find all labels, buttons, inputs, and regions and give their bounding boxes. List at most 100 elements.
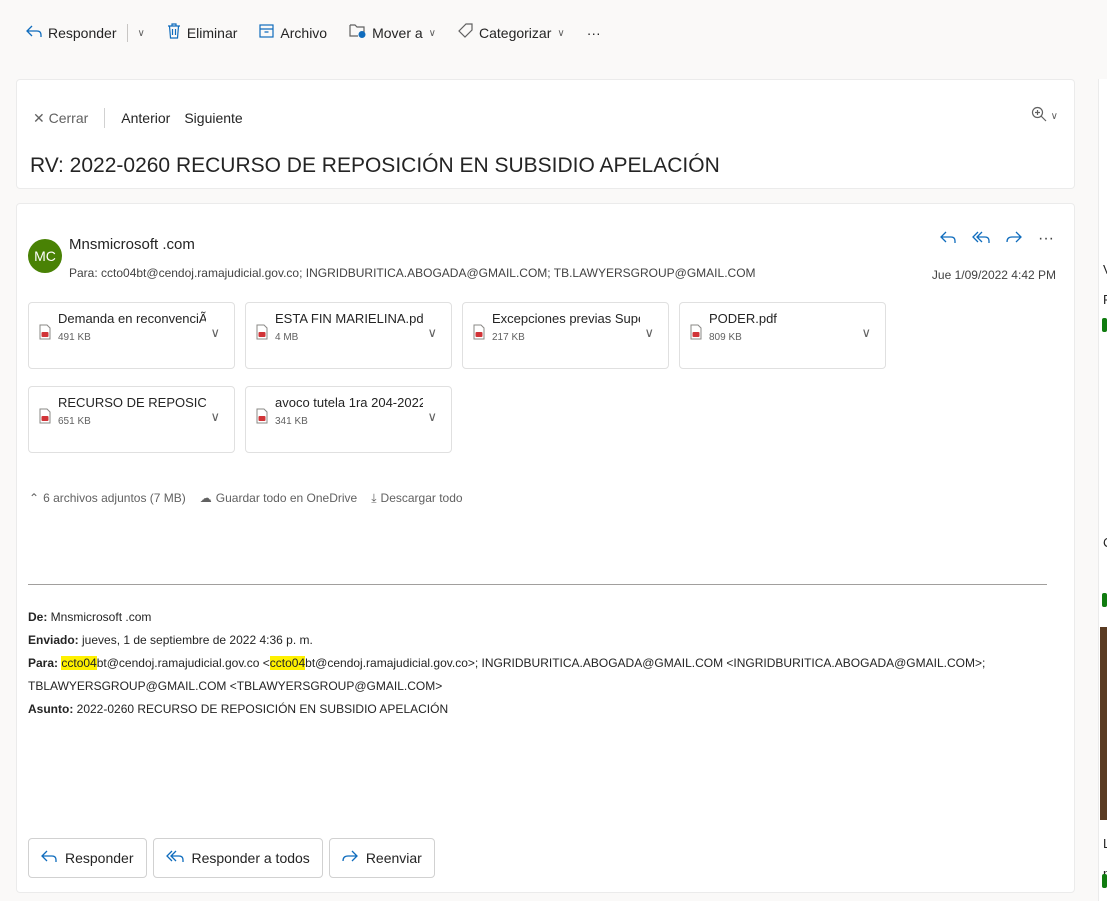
- reply-all-icon[interactable]: [972, 230, 990, 249]
- zoom-in-icon: [1031, 106, 1047, 127]
- attachment-name: avoco tutela 1ra 204-2022.pdf: [275, 395, 423, 410]
- forward-label: Reenviar: [365, 850, 422, 866]
- more-actions-button[interactable]: ···: [587, 25, 601, 41]
- to-value: bt@cendoj.ramajudicial.gov.co <: [96, 656, 270, 670]
- forwarded-subject: Asunto: 2022-0260 RECURSO DE REPOSICIÓN …: [28, 698, 1063, 721]
- reply-button[interactable]: Responder: [26, 24, 117, 43]
- move-to-button[interactable]: Mover a ∨: [349, 23, 436, 43]
- command-toolbar: Responder ∨ Eliminar Archivo Mover a ∨ C…: [0, 0, 1107, 66]
- previous-button[interactable]: Anterior: [121, 110, 170, 126]
- chevron-down-icon[interactable]: ∨: [210, 325, 220, 341]
- categorize-button[interactable]: Categorizar ∨: [458, 23, 565, 43]
- reply-label: Responder: [48, 25, 117, 41]
- attachment-count: 6 archivos adjuntos (7 MB): [43, 491, 186, 505]
- attachment-name: Demanda en reconvenciÃ³n. ...: [58, 311, 206, 326]
- reply-button[interactable]: Responder: [28, 838, 147, 878]
- trash-icon: [167, 22, 181, 44]
- pdf-icon: [39, 324, 51, 345]
- from-value: Mnsmicrosoft .com: [47, 610, 152, 624]
- more-icon[interactable]: ···: [1038, 230, 1054, 249]
- side-pane-badge: [1102, 593, 1107, 607]
- reply-bar: Responder Responder a todos Reenviar: [28, 838, 435, 878]
- pdf-icon: [39, 408, 51, 429]
- forwarded-to: Para: ccto04bt@cendoj.ramajudicial.gov.c…: [28, 652, 1063, 698]
- reply-label: Responder: [65, 850, 134, 866]
- move-to-label: Mover a: [372, 25, 423, 41]
- reply-all-label: Responder a todos: [191, 850, 310, 866]
- chevron-down-icon: ∨: [1050, 111, 1058, 122]
- collapse-attachments-button[interactable]: ⌃ 6 archivos adjuntos (7 MB): [29, 491, 186, 506]
- close-icon: ✕: [33, 109, 45, 126]
- recipients-line: Para: ccto04bt@cendoj.ramajudicial.gov.c…: [69, 266, 756, 280]
- attachment-card[interactable]: PODER.pdf 809 KB ∨: [679, 302, 886, 369]
- to-label: Para:: [28, 656, 59, 670]
- sender-name[interactable]: Mnsmicrosoft .com: [69, 236, 195, 253]
- side-pane-text: C: [1103, 535, 1107, 550]
- message-actions: ···: [940, 230, 1054, 249]
- close-button[interactable]: ✕ Cerrar: [33, 110, 88, 127]
- reply-icon: [26, 24, 42, 43]
- tag-icon: [458, 23, 473, 43]
- side-pane-image: [1100, 627, 1107, 820]
- message-card: MC Mnsmicrosoft .com Para: ccto04bt@cend…: [16, 203, 1075, 893]
- reply-chevron-down-icon[interactable]: ∨: [138, 28, 145, 39]
- attachment-card[interactable]: Demanda en reconvenciÃ³n. ... 491 KB ∨: [28, 302, 235, 369]
- chevron-down-icon: ∨: [428, 27, 436, 39]
- reply-icon: [41, 849, 57, 867]
- sent-value: jueves, 1 de septiembre de 2022 4:36 p. …: [78, 633, 313, 647]
- reading-nav: ✕ Cerrar Anterior Siguiente: [33, 108, 257, 128]
- highlighted-text: ccto04: [269, 656, 306, 670]
- forward-button[interactable]: Reenviar: [328, 838, 435, 878]
- nav-divider: [104, 108, 106, 128]
- reply-all-icon: [165, 849, 184, 867]
- download-all-label: Descargar todo: [380, 491, 463, 505]
- to-label: Para:: [69, 266, 98, 280]
- attachment-name: RECURSO DE REPOSICION.pdf: [58, 395, 206, 410]
- reply-icon[interactable]: [940, 230, 956, 249]
- chevron-down-icon[interactable]: ∨: [861, 325, 871, 341]
- attachment-size: 4 MB: [275, 332, 299, 343]
- attachment-size: 809 KB: [709, 332, 742, 343]
- attachment-card[interactable]: RECURSO DE REPOSICION.pdf 651 KB ∨: [28, 386, 235, 453]
- download-icon: ⤓: [371, 491, 377, 505]
- attachment-name: PODER.pdf: [709, 311, 777, 326]
- archive-button[interactable]: Archivo: [259, 23, 327, 43]
- chevron-down-icon[interactable]: ∨: [427, 325, 437, 341]
- next-button[interactable]: Siguiente: [184, 110, 242, 126]
- attachment-card[interactable]: Excepciones previas Superso... 217 KB ∨: [462, 302, 669, 369]
- attachment-card[interactable]: ESTA FIN MARIELINA.pdf 4 MB ∨: [245, 302, 452, 369]
- save-onedrive-button[interactable]: ☁ Guardar todo en OneDrive: [200, 491, 357, 506]
- forward-icon[interactable]: [1006, 230, 1022, 249]
- more-icon: ···: [586, 25, 601, 41]
- chevron-down-icon[interactable]: ∨: [210, 409, 220, 425]
- archive-icon: [259, 23, 275, 43]
- avatar[interactable]: MC: [28, 239, 62, 273]
- forwarded-from: De: Mnsmicrosoft .com: [28, 606, 1063, 629]
- reply-all-button[interactable]: Responder a todos: [152, 838, 323, 878]
- email-subject: RV: 2022-0260 RECURSO DE REPOSICIÓN EN S…: [30, 154, 720, 177]
- attachment-size: 651 KB: [58, 416, 91, 427]
- zoom-button[interactable]: ∨: [1031, 106, 1058, 127]
- attachment-card[interactable]: avoco tutela 1ra 204-2022.pdf 341 KB ∨: [245, 386, 452, 453]
- download-all-button[interactable]: ⤓ Descargar todo: [371, 491, 462, 506]
- delete-label: Eliminar: [186, 25, 238, 41]
- close-label: Cerrar: [48, 109, 89, 126]
- sent-date: Jue 1/09/2022 4:42 PM: [931, 268, 1056, 282]
- attachment-size: 341 KB: [275, 416, 308, 427]
- categorize-label: Categorizar: [479, 25, 552, 41]
- subject-value: 2022-0260 RECURSO DE REPOSICIÓN EN SUBSI…: [73, 702, 449, 716]
- reading-pane-header: ✕ Cerrar Anterior Siguiente ∨ RV: 2022-0…: [16, 79, 1075, 189]
- chevron-down-icon[interactable]: ∨: [644, 325, 654, 341]
- sent-label: Enviado:: [28, 633, 79, 647]
- attachment-name: ESTA FIN MARIELINA.pdf: [275, 311, 423, 326]
- toolbar-divider: [126, 24, 128, 42]
- chevron-down-icon[interactable]: ∨: [427, 409, 437, 425]
- forwarded-header: De: Mnsmicrosoft .com Enviado: jueves, 1…: [28, 606, 1063, 721]
- folder-move-icon: [349, 23, 366, 43]
- chevron-down-icon: ∨: [557, 27, 565, 39]
- recipients[interactable]: ccto04bt@cendoj.ramajudicial.gov.co; ING…: [101, 266, 756, 280]
- pdf-icon: [256, 324, 268, 345]
- delete-button[interactable]: Eliminar: [167, 22, 238, 44]
- side-pane-text: V: [1103, 262, 1107, 277]
- side-pane-text: L: [1103, 836, 1107, 851]
